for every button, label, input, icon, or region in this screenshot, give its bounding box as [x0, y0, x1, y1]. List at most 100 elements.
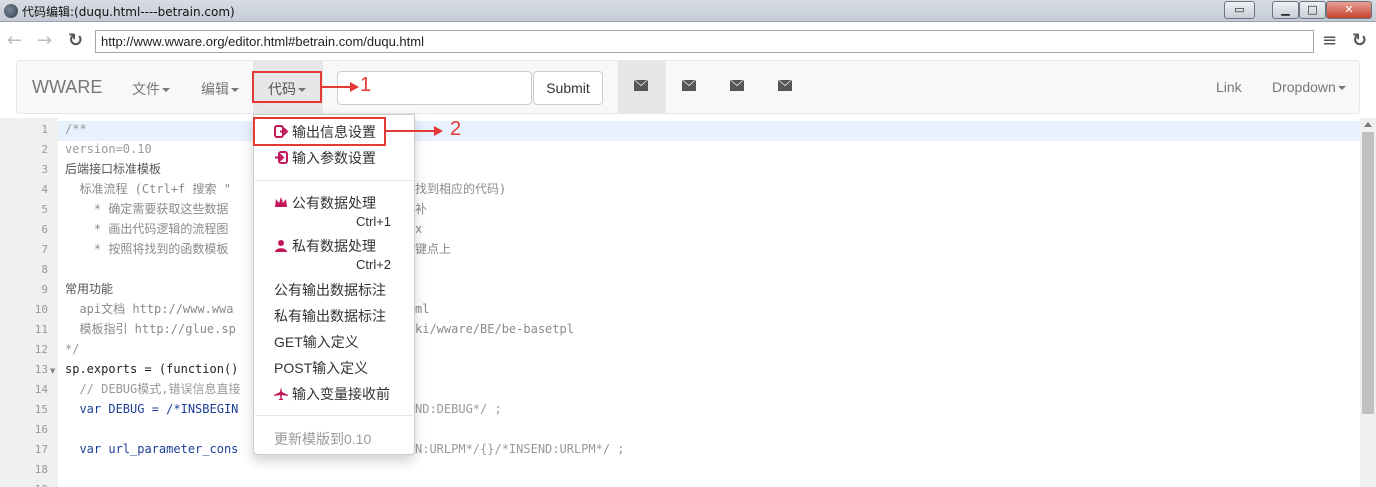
menu-item-private-data[interactable]: 私有数据处理: [274, 236, 376, 256]
mail-button-1[interactable]: [618, 60, 666, 114]
submit-button[interactable]: Submit: [533, 71, 603, 105]
line-number: 3: [41, 163, 48, 176]
envelope-icon: [634, 80, 648, 91]
envelope-icon: [778, 80, 792, 91]
menu-item-input-params[interactable]: 输入参数设置: [274, 148, 376, 168]
annotation-label-2: 2: [450, 118, 462, 140]
scroll-thumb[interactable]: [1362, 132, 1374, 414]
menu-edit[interactable]: 编辑: [201, 79, 239, 99]
code-line: // DEBUG模式,错误信息直接: [65, 382, 241, 396]
line-number: 5: [41, 203, 48, 216]
fold-triangle-icon[interactable]: ▼: [50, 367, 55, 375]
code-line: 模板指引 http://glue.sp: [65, 322, 236, 336]
dropdown-nav[interactable]: Dropdown: [1272, 79, 1346, 95]
annotation-label-1: 1: [360, 74, 372, 96]
code-line: 标准流程 (Ctrl+f 搜索 ": [65, 182, 231, 196]
mail-button-2[interactable]: [666, 60, 714, 114]
annotation-box-2: [253, 117, 386, 146]
close-icon[interactable]: ✕: [1326, 1, 1372, 19]
line-number: 14: [34, 383, 48, 396]
line-number: 11: [34, 323, 48, 336]
line-number: 18: [34, 463, 48, 476]
shortcut-label: Ctrl+1: [356, 214, 392, 229]
caret-down-icon: [162, 88, 170, 93]
line-number: 13: [34, 363, 48, 376]
code-line: sp.exports = (function(): [65, 362, 239, 376]
shortcut-label: Ctrl+2: [356, 257, 392, 272]
code-line: * 按照将找到的函数模板: [65, 242, 229, 256]
code-line-tail: 补: [415, 202, 428, 216]
envelope-icon: [730, 80, 744, 91]
minimize-icon[interactable]: ▁: [1272, 1, 1299, 19]
code-line: var url_parameter_cons: [65, 442, 239, 456]
code-editor[interactable]: 1 2 3 4 5 6 7 8 9 10 11 12 13 ▼ 14 15 16…: [0, 118, 1376, 487]
menu-item-post-input[interactable]: POST输入定义: [274, 358, 368, 378]
reload-icon[interactable]: ↻: [1352, 31, 1367, 51]
url-input[interactable]: http://www.wware.org/editor.html#betrain…: [95, 30, 1314, 53]
line-gutter: 1 2 3 4 5 6 7 8 9 10 11 12 13 ▼ 14 15 16…: [0, 118, 58, 487]
line-number: 2: [41, 143, 48, 156]
annotation-box-1: [252, 71, 322, 103]
menu-item-label: 输入参数设置: [292, 150, 376, 166]
code-line: /**: [65, 122, 87, 136]
menu-item-label: 公有数据处理: [292, 195, 376, 211]
arrow-head-icon: [434, 126, 443, 136]
code-line: version=0.10: [65, 142, 152, 156]
code-line-tail: x: [415, 222, 423, 236]
menu-item-public-output-annotate[interactable]: 公有输出数据标注: [274, 280, 386, 300]
caret-down-icon: [231, 88, 239, 93]
code-line: var DEBUG = /*INSBEGIN: [65, 402, 239, 416]
line-number: 16: [34, 423, 48, 436]
menu-item-before-input-receive[interactable]: 输入变量接收前: [274, 384, 390, 404]
menu-item-get-input[interactable]: GET输入定义: [274, 332, 359, 352]
window-title: 代码编辑:(duqu.html----betrain.com): [22, 5, 235, 19]
line-number: 9: [41, 283, 48, 296]
address-bar: ← → ↻ http://www.wware.org/editor.html#b…: [0, 22, 1376, 60]
code-line: 后端接口标准模板: [65, 162, 162, 176]
annotation-arrow-1: [322, 86, 352, 88]
reload-icon[interactable]: ↻: [68, 31, 83, 51]
top-navbar: WWARE 文件 编辑 代码 Submit Link Dropdown: [16, 60, 1360, 114]
dropdown-nav-label: Dropdown: [1272, 79, 1336, 95]
menu-item-private-output-annotate[interactable]: 私有输出数据标注: [274, 306, 386, 326]
forward-arrow-icon[interactable]: →: [37, 31, 52, 51]
menu-icon[interactable]: ≡: [1322, 31, 1337, 51]
code-line-tail: 找到相应的代码): [415, 182, 507, 196]
editor-scrollbar[interactable]: [1360, 118, 1376, 487]
menu-item-public-data[interactable]: 公有数据处理: [274, 193, 376, 213]
sign-in-icon: [275, 151, 288, 164]
arrow-head-icon: [350, 82, 359, 92]
scroll-up-arrow-icon[interactable]: [1364, 122, 1372, 127]
line-number: 4: [41, 183, 48, 196]
line-number: 7: [41, 243, 48, 256]
line-number: 15: [34, 403, 48, 416]
line-number: 12: [34, 343, 48, 356]
menu-item-label: 私有数据处理: [292, 238, 376, 254]
menu-file-label: 文件: [132, 81, 160, 97]
code-line: * 确定需要获取这些数据: [65, 202, 229, 216]
app-icon: [4, 4, 18, 18]
line-number: 6: [41, 223, 48, 236]
annotation-arrow-2: [386, 130, 436, 132]
mail-button-4[interactable]: [762, 60, 810, 114]
menu-item-update-template[interactable]: 更新模版到0.10: [274, 429, 371, 449]
line-number: 10: [34, 303, 48, 316]
menu-edit-label: 编辑: [201, 81, 229, 97]
code-line-tail: N:URLPM*/{}/*INSEND:URLPM*/ ;: [415, 442, 625, 456]
line-number: 1: [41, 123, 48, 136]
code-line-tail: ki/wware/BE/be-basetpl: [415, 322, 574, 336]
menu-item-label: 输入变量接收前: [292, 386, 390, 402]
code-line-tail: ml: [415, 302, 430, 316]
maximize-icon[interactable]: □: [1299, 1, 1326, 19]
code-line-tail: ND:DEBUG*/ ;: [415, 402, 502, 416]
restore-icon[interactable]: ▭: [1224, 1, 1255, 19]
menu-file[interactable]: 文件: [132, 79, 170, 99]
brand-logo[interactable]: WWARE: [32, 77, 102, 98]
crown-icon: [275, 197, 287, 207]
mail-button-3[interactable]: [714, 60, 762, 114]
back-arrow-icon[interactable]: ←: [7, 31, 22, 51]
link-nav[interactable]: Link: [1216, 79, 1242, 95]
code-line: */: [65, 342, 80, 356]
caret-down-icon: [1337, 86, 1346, 91]
menu-divider: [255, 415, 413, 416]
